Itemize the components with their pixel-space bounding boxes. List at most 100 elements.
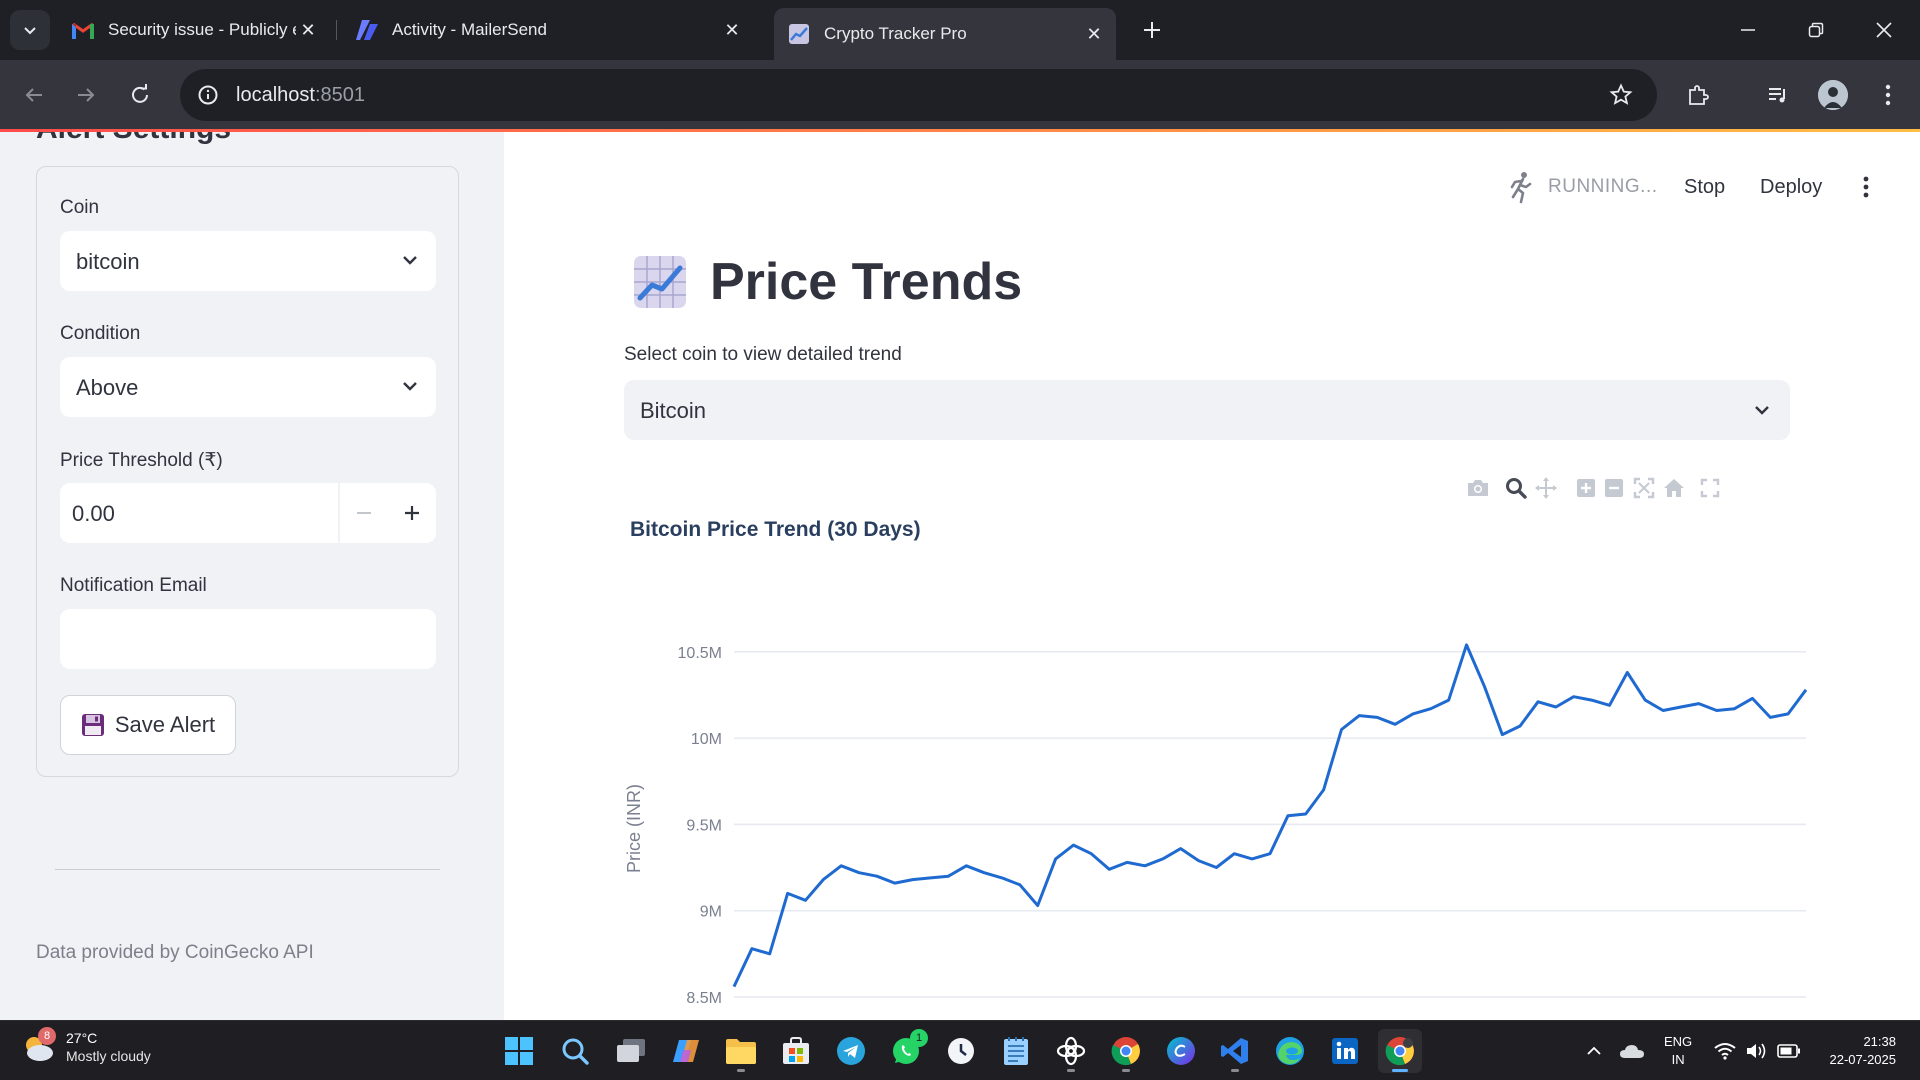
save-alert-button[interactable]: Save Alert	[60, 695, 236, 755]
input-language[interactable]: ENG IN	[1664, 1033, 1692, 1069]
app-menu-button[interactable]	[1854, 175, 1878, 199]
clock-app[interactable]	[939, 1029, 983, 1073]
zoom-out-icon[interactable]	[1600, 474, 1628, 502]
save-alert-label: Save Alert	[114, 712, 216, 737]
new-tab-button[interactable]	[1136, 14, 1168, 46]
wifi-icon[interactable]	[1712, 1039, 1738, 1063]
url-port: :8501	[314, 84, 365, 106]
whatsapp-app[interactable]: 1	[884, 1029, 928, 1073]
reload-button[interactable]	[122, 77, 158, 113]
pan-icon[interactable]	[1532, 474, 1560, 502]
chatgpt-app[interactable]	[1049, 1029, 1093, 1073]
zoom-icon[interactable]	[1502, 474, 1530, 502]
copilot-app[interactable]	[664, 1029, 708, 1073]
notification-email-label: Notification Email	[60, 575, 207, 596]
weather-badge: 8	[38, 1027, 56, 1045]
minimize-button[interactable]	[1728, 12, 1768, 48]
condition-select[interactable]: Above	[60, 357, 436, 417]
coin-select[interactable]: bitcoin	[60, 231, 436, 291]
onedrive-icon[interactable]	[1618, 1039, 1646, 1063]
plus-icon	[1144, 22, 1160, 38]
reload-icon	[132, 84, 148, 103]
y-tick-label: 8.5M	[686, 990, 722, 1007]
increment-button[interactable]	[388, 483, 436, 543]
chrome-app[interactable]	[1104, 1029, 1148, 1073]
tab-title: Security issue - Publicly exposed s	[108, 20, 296, 39]
condition-label: Condition	[60, 323, 141, 344]
floppy-disk-icon	[81, 714, 104, 736]
coin-select-value: bitcoin	[76, 249, 140, 274]
sidebar-divider	[55, 869, 440, 870]
autoscale-icon[interactable]	[1630, 474, 1658, 502]
trend-select-label: Select coin to view detailed trend	[624, 344, 902, 365]
close-icon[interactable]: ✕	[1082, 22, 1106, 46]
notification-email-input[interactable]	[60, 609, 436, 669]
bookmark-star-icon[interactable]	[1607, 81, 1635, 109]
chrome-profile-app[interactable]	[1378, 1029, 1422, 1073]
chart-title: Bitcoin Price Trend (30 Days)	[630, 518, 921, 541]
reset-axes-icon[interactable]	[1660, 474, 1688, 502]
profile-avatar[interactable]	[1818, 80, 1848, 110]
zoom-in-icon[interactable]	[1572, 474, 1600, 502]
windows-taskbar: 8 27°C Mostly cloudy 1 ENG IN 21:38 22-0…	[0, 1020, 1920, 1080]
vscode-icon	[1221, 1038, 1248, 1064]
price-threshold-input[interactable]: 0.00	[60, 483, 436, 543]
battery-icon[interactable]	[1776, 1039, 1802, 1063]
notepad-app[interactable]	[994, 1029, 1038, 1073]
system-clock[interactable]: 21:38 22-07-2025	[1816, 1033, 1897, 1069]
decrement-button[interactable]	[340, 483, 388, 543]
show-hidden-icons-button[interactable]	[1582, 1039, 1606, 1063]
microsoft-store-app[interactable]	[774, 1029, 818, 1073]
chatgpt-icon	[1056, 1036, 1086, 1066]
deploy-button[interactable]: Deploy	[1760, 176, 1822, 199]
more-vertical-icon	[1885, 84, 1891, 106]
weather-widget[interactable]: 8 27°C Mostly cloudy	[20, 1027, 151, 1065]
chevron-down-icon	[398, 248, 422, 272]
tab-search-button[interactable]	[10, 10, 50, 50]
vscode-app[interactable]	[1213, 1029, 1257, 1073]
browser-menu-button[interactable]	[1870, 77, 1906, 113]
close-icon[interactable]: ✕	[720, 18, 744, 42]
tab-crypto-tracker[interactable]: Crypto Tracker Pro ✕	[774, 8, 1116, 60]
canva-app[interactable]	[1159, 1029, 1203, 1073]
chevron-up-icon	[1587, 1046, 1601, 1055]
start-button[interactable]	[497, 1029, 541, 1073]
camera-icon[interactable]	[1464, 474, 1492, 502]
extensions-button[interactable]	[1680, 77, 1716, 113]
edge-icon	[1276, 1037, 1304, 1065]
restore-button[interactable]	[1796, 12, 1836, 48]
stop-button[interactable]: Stop	[1684, 176, 1725, 199]
edge-app[interactable]	[1268, 1029, 1312, 1073]
task-view-button[interactable]	[609, 1029, 653, 1073]
arrow-right-icon	[78, 88, 95, 102]
chevron-down-icon	[398, 374, 422, 398]
tab-gmail[interactable]: Security issue - Publicly exposed s ✕	[58, 10, 330, 50]
taskbar-search[interactable]	[553, 1029, 597, 1073]
back-button[interactable]	[16, 77, 52, 113]
address-bar[interactable]: localhost:8501	[180, 69, 1657, 121]
tab-title: Activity - MailerSend	[392, 20, 547, 39]
volume-icon[interactable]	[1744, 1039, 1770, 1063]
gmail-icon	[72, 19, 94, 41]
region-code: IN	[1671, 1052, 1685, 1067]
file-explorer-app[interactable]	[719, 1029, 763, 1073]
close-window-button[interactable]	[1864, 12, 1904, 48]
trend-coin-select[interactable]: Bitcoin	[624, 380, 1790, 440]
restore-icon	[1808, 22, 1824, 38]
page-title: Price Trends	[632, 252, 1022, 312]
trend-coin-select-value: Bitcoin	[640, 398, 707, 423]
price-trend-chart[interactable]: 8.5M 9M 9.5M 10M 10.5M Price (INR)	[608, 592, 1808, 1020]
telegram-app[interactable]	[829, 1029, 873, 1073]
price-series-line[interactable]	[732, 643, 1808, 988]
close-icon	[1876, 22, 1892, 38]
sidebar-heading: Alert Settings	[36, 132, 231, 146]
fullscreen-icon[interactable]	[1696, 474, 1724, 502]
forward-button[interactable]	[68, 77, 104, 113]
media-control-button[interactable]	[1760, 77, 1796, 113]
clock-time: 21:38	[1863, 1034, 1896, 1049]
close-icon[interactable]: ✕	[296, 18, 320, 42]
linkedin-app[interactable]	[1323, 1029, 1367, 1073]
tab-mailersend[interactable]: Activity - MailerSend ✕	[342, 10, 754, 50]
site-info-icon[interactable]	[194, 81, 222, 109]
page-title-text: Price Trends	[710, 253, 1023, 311]
